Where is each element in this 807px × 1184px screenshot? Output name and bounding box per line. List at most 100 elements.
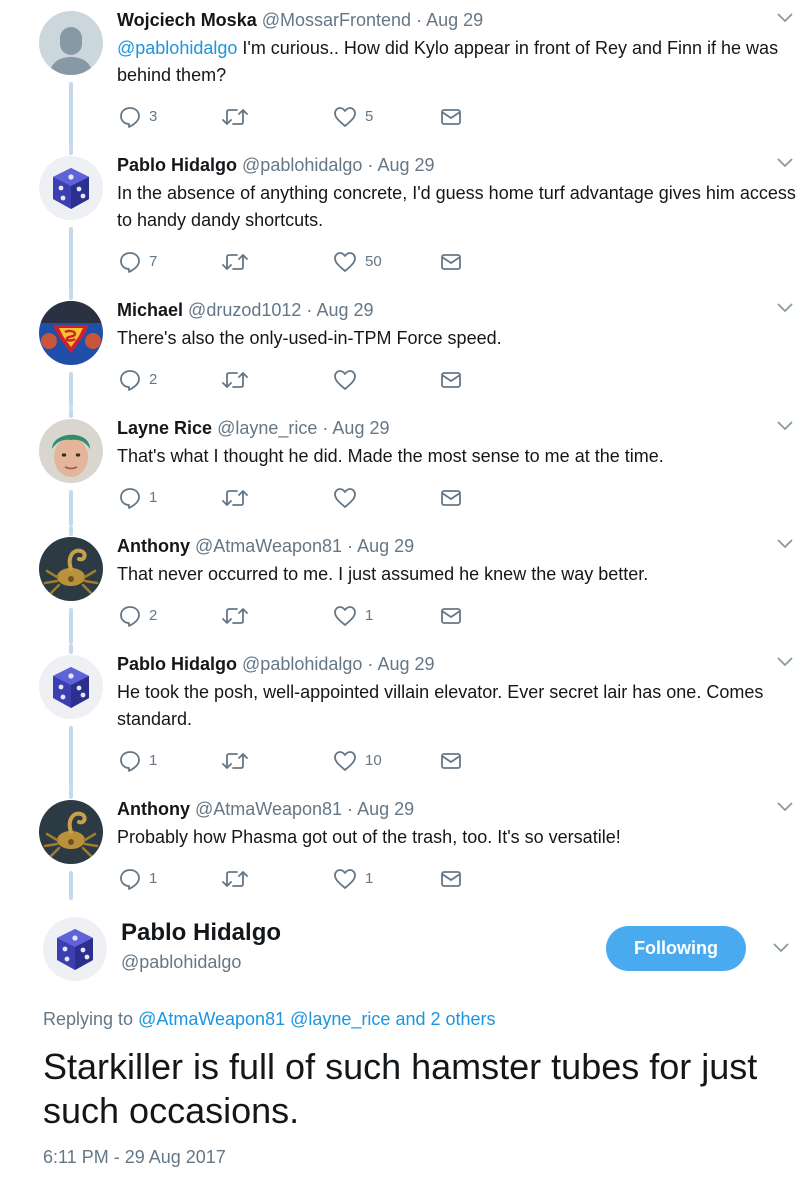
reply-button[interactable]: 3: [119, 105, 157, 129]
author-name[interactable]: Pablo Hidalgo: [121, 919, 281, 947]
heart-icon: [334, 488, 356, 508]
tweet-date[interactable]: Aug 29: [377, 654, 434, 674]
message-button[interactable]: [441, 604, 461, 628]
avatar[interactable]: [43, 917, 107, 981]
tweet-date[interactable]: Aug 29: [316, 300, 373, 320]
author-handle[interactable]: @pablohidalgo: [242, 654, 362, 674]
thread-line: [69, 490, 73, 526]
others-link[interactable]: and 2 others: [390, 1009, 495, 1029]
author-name[interactable]: Anthony: [117, 799, 190, 819]
message-button[interactable]: [441, 250, 461, 274]
chevron-down-icon[interactable]: [773, 943, 789, 953]
retweet-button[interactable]: [222, 749, 256, 773]
mention-link[interactable]: @pablohidalgo: [117, 38, 237, 58]
chevron-down-icon[interactable]: [777, 539, 793, 549]
author-handle[interactable]: @layne_rice: [217, 418, 317, 438]
like-button[interactable]: 5: [333, 105, 373, 129]
thread-line: [69, 526, 73, 536]
reply-button[interactable]: 2: [119, 368, 157, 392]
author-name[interactable]: Wojciech Moska: [117, 10, 257, 30]
chevron-down-icon[interactable]: [777, 802, 793, 812]
reply-button[interactable]: 2: [119, 604, 157, 628]
author-handle[interactable]: @MossarFrontend: [262, 10, 411, 30]
like-button[interactable]: [333, 486, 365, 510]
author-name[interactable]: Anthony: [117, 536, 190, 556]
heart-icon: [334, 869, 356, 889]
tweet-actions: 1 1: [119, 867, 479, 891]
avatar[interactable]: [39, 537, 103, 601]
separator: ·: [347, 799, 354, 819]
tweet-actions: 1: [119, 486, 479, 510]
retweet-icon: [222, 254, 248, 270]
like-button[interactable]: 10: [333, 749, 382, 773]
chevron-down-icon[interactable]: [777, 13, 793, 23]
tweet-date[interactable]: Aug 29: [332, 418, 389, 438]
tweet[interactable]: Anthony @AtmaWeapon81 · Aug 29 Probably …: [0, 789, 807, 900]
like-button[interactable]: [333, 368, 365, 392]
author-name[interactable]: Michael: [117, 300, 183, 320]
avatar[interactable]: [39, 800, 103, 864]
retweet-button[interactable]: [222, 250, 256, 274]
message-button[interactable]: [441, 368, 461, 392]
author-handle[interactable]: @pablohidalgo: [121, 950, 241, 974]
tweet-text: That never occurred to me. I just assume…: [117, 564, 649, 584]
following-button[interactable]: Following: [606, 926, 746, 971]
retweet-button[interactable]: [222, 105, 256, 129]
author-name[interactable]: Layne Rice: [117, 418, 212, 438]
author-name[interactable]: Pablo Hidalgo: [117, 654, 237, 674]
avatar[interactable]: [39, 11, 103, 75]
retweet-button[interactable]: [222, 604, 256, 628]
avatar[interactable]: [39, 655, 103, 719]
message-button[interactable]: [441, 486, 461, 510]
retweet-button[interactable]: [222, 867, 256, 891]
dice-avatar-icon: [43, 917, 107, 981]
tweet-date[interactable]: Aug 29: [426, 10, 483, 30]
message-button[interactable]: [441, 749, 461, 773]
tweet[interactable]: Anthony @AtmaWeapon81 · Aug 29 That neve…: [0, 526, 807, 644]
scorpion-avatar-icon: [39, 537, 103, 601]
avatar[interactable]: [39, 301, 103, 365]
retweet-button[interactable]: [222, 486, 256, 510]
reply-button[interactable]: 1: [119, 486, 157, 510]
chevron-down-icon[interactable]: [777, 421, 793, 431]
tweet[interactable]: Pablo Hidalgo @pablohidalgo · Aug 29 He …: [0, 644, 807, 790]
tweet-timestamp[interactable]: 6:11 PM - 29 Aug 2017: [43, 1145, 226, 1169]
tweet[interactable]: Layne Rice @layne_rice · Aug 29 That's w…: [0, 408, 807, 526]
message-button[interactable]: [441, 867, 461, 891]
tweet[interactable]: Pablo Hidalgo @pablohidalgo · Aug 29 In …: [0, 145, 807, 291]
tweet-date[interactable]: Aug 29: [357, 536, 414, 556]
reply-button[interactable]: 1: [119, 749, 157, 773]
avatar[interactable]: [39, 156, 103, 220]
author-handle[interactable]: @druzod1012: [188, 300, 301, 320]
default-avatar-icon: [39, 11, 103, 75]
like-button[interactable]: 50: [333, 250, 382, 274]
reply-button[interactable]: 1: [119, 867, 157, 891]
tweet[interactable]: Michael @druzod1012 · Aug 29 There's als…: [0, 290, 807, 408]
envelope-icon: [441, 871, 461, 887]
author-handle[interactable]: @pablohidalgo: [242, 155, 362, 175]
chevron-down-icon[interactable]: [777, 158, 793, 168]
main-tweet: Pablo Hidalgo @pablohidalgo Following Re…: [0, 900, 807, 1184]
avatar[interactable]: [39, 419, 103, 483]
reply-button[interactable]: 7: [119, 250, 157, 274]
like-button[interactable]: 1: [333, 604, 373, 628]
tweet-date[interactable]: Aug 29: [357, 799, 414, 819]
mention-link[interactable]: @layne_rice: [290, 1009, 390, 1029]
tweet-header: Anthony @AtmaWeapon81 · Aug 29: [117, 798, 414, 820]
author-name[interactable]: Pablo Hidalgo: [117, 155, 237, 175]
mention-link[interactable]: @AtmaWeapon81: [138, 1009, 285, 1029]
retweet-button[interactable]: [222, 368, 256, 392]
chevron-down-icon[interactable]: [777, 657, 793, 667]
author-handle[interactable]: @AtmaWeapon81: [195, 799, 342, 819]
tweet-date[interactable]: Aug 29: [377, 155, 434, 175]
retweet-icon: [222, 109, 248, 125]
author-handle[interactable]: @AtmaWeapon81: [195, 536, 342, 556]
like-button[interactable]: 1: [333, 867, 373, 891]
tweet[interactable]: Wojciech Moska @MossarFrontend · Aug 29 …: [0, 0, 807, 146]
reply-icon: [120, 606, 140, 627]
tweet-header: Pablo Hidalgo @pablohidalgo · Aug 29: [117, 154, 435, 176]
message-button[interactable]: [441, 105, 461, 129]
superman-avatar-icon: [39, 301, 103, 365]
envelope-icon: [441, 490, 461, 506]
chevron-down-icon[interactable]: [777, 303, 793, 313]
